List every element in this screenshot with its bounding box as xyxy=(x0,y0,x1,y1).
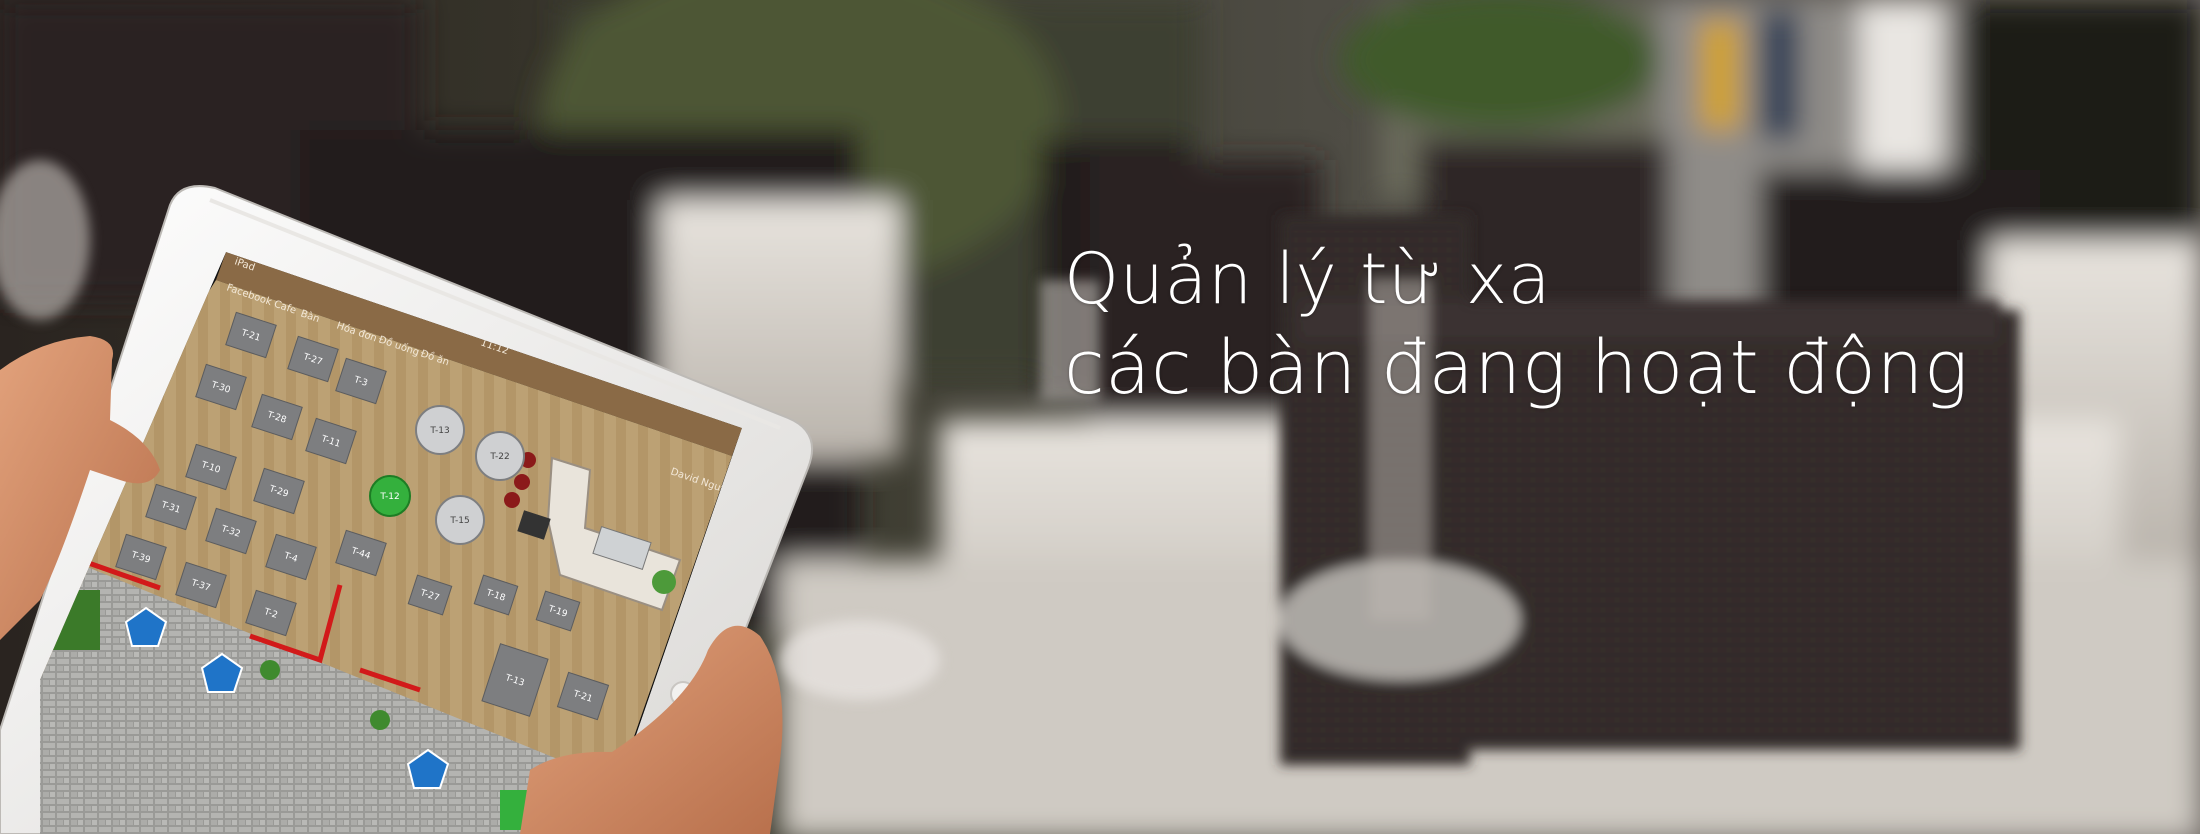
hero-banner: Quản lý từ xa các bàn đang hoạt động T-2… xyxy=(0,0,2200,834)
svg-text:T-15: T-15 xyxy=(449,516,469,526)
svg-text:T-22: T-22 xyxy=(489,452,509,462)
svg-text:T-13: T-13 xyxy=(429,426,449,436)
tablet-illustration: T-21 T-27 T-3 T-30 T-28 T-11 T-10 T-29 T… xyxy=(0,185,813,834)
svg-text:T-12: T-12 xyxy=(379,492,399,502)
